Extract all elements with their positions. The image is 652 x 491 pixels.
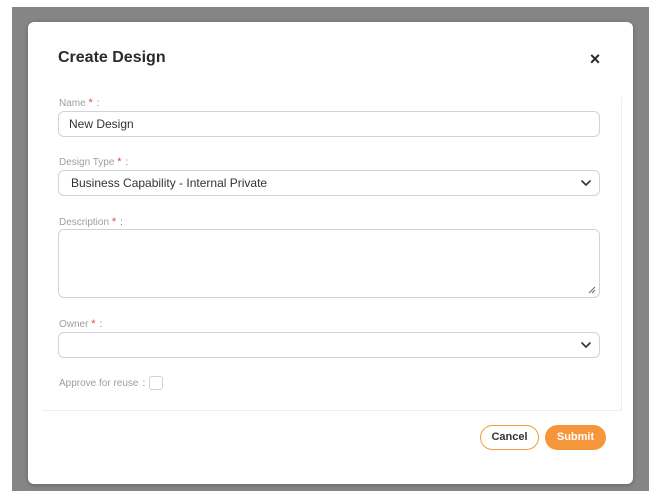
design-type-value: Business Capability - Internal Private bbox=[71, 176, 268, 190]
design-type-label: Design Type *: bbox=[59, 156, 129, 168]
approve-for-reuse-label: Approve for reuse: bbox=[59, 378, 146, 389]
submit-button[interactable]: Submit bbox=[545, 425, 606, 450]
description-textarea[interactable] bbox=[58, 229, 600, 298]
close-icon[interactable]: × bbox=[585, 49, 605, 69]
required-marker: * bbox=[117, 156, 122, 168]
chevron-down-icon bbox=[581, 342, 591, 348]
chevron-down-icon bbox=[581, 180, 591, 186]
name-input[interactable]: New Design bbox=[58, 111, 600, 137]
required-marker: * bbox=[91, 318, 96, 330]
owner-select[interactable] bbox=[58, 332, 600, 358]
required-marker: * bbox=[88, 97, 93, 109]
design-type-select[interactable]: Business Capability - Internal Private bbox=[58, 170, 600, 196]
cancel-button[interactable]: Cancel bbox=[480, 425, 539, 450]
resize-grip-icon[interactable] bbox=[588, 286, 596, 294]
owner-label: Owner *: bbox=[59, 318, 103, 330]
description-label: Description *: bbox=[59, 216, 123, 228]
name-label: Name *: bbox=[59, 97, 100, 109]
required-marker: * bbox=[111, 216, 117, 228]
approve-for-reuse-checkbox[interactable] bbox=[149, 376, 163, 390]
create-design-dialog: Create Design × Name *: New Design Desig… bbox=[28, 22, 633, 484]
dialog-title: Create Design bbox=[58, 49, 166, 66]
